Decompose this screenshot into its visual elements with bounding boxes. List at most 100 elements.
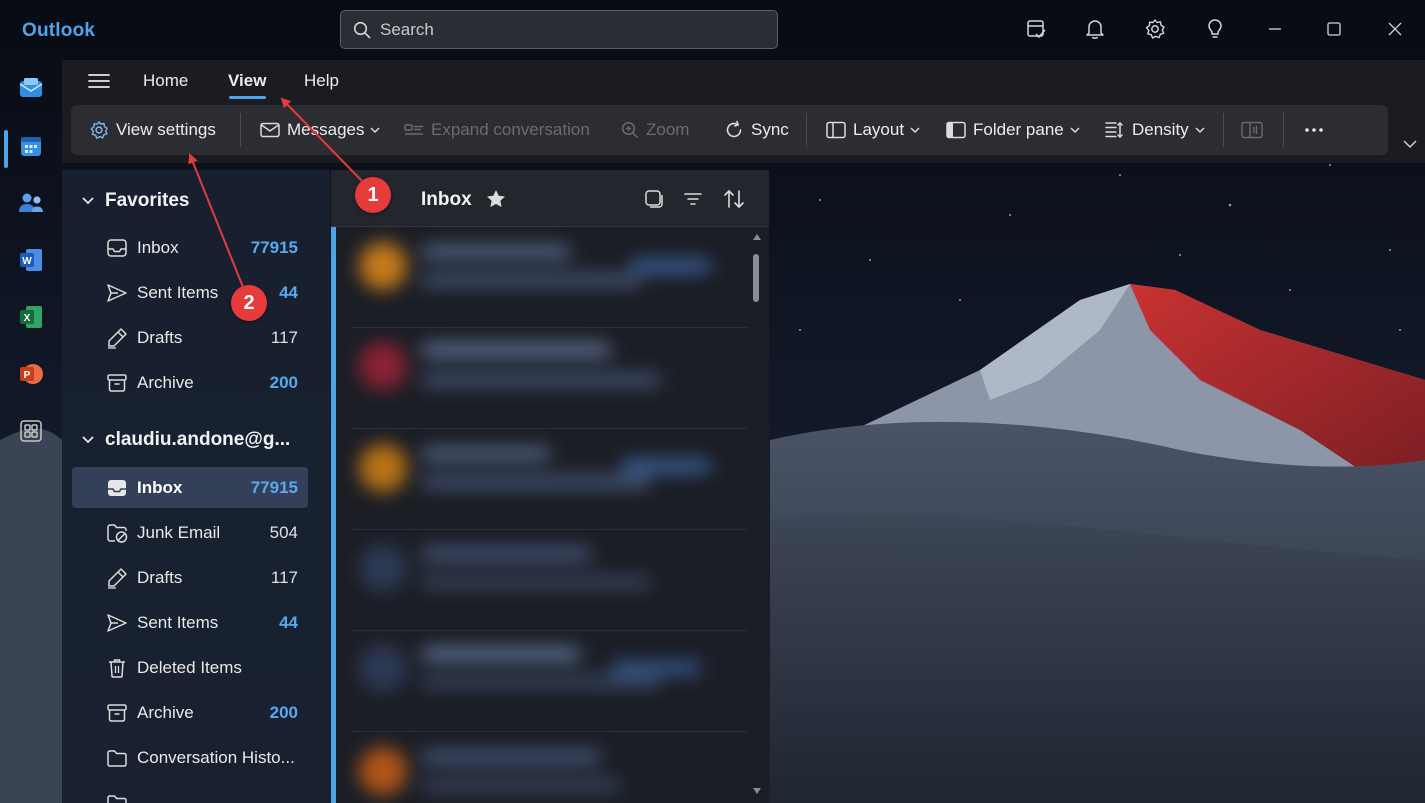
tab-view[interactable]: View bbox=[228, 71, 266, 91]
send-icon bbox=[107, 614, 127, 632]
calendar-icon[interactable] bbox=[15, 130, 47, 162]
message-list: Inbox bbox=[331, 170, 769, 803]
toolbar-separator bbox=[806, 113, 807, 147]
star-icon[interactable] bbox=[485, 188, 507, 210]
favorites-header[interactable]: Favorites bbox=[82, 190, 189, 212]
search-placeholder: Search bbox=[380, 19, 434, 39]
immersive-reader-icon bbox=[1241, 121, 1263, 139]
apps-icon[interactable] bbox=[15, 415, 47, 447]
filter-icon[interactable] bbox=[683, 189, 703, 209]
app-rail: W X P bbox=[0, 60, 62, 803]
list-item[interactable] bbox=[351, 230, 751, 330]
list-item[interactable] bbox=[351, 432, 751, 532]
sync-button[interactable]: Sync bbox=[724, 105, 789, 155]
archive-icon bbox=[107, 704, 127, 722]
folder-inbox[interactable]: Inbox 77915 bbox=[72, 467, 308, 508]
envelope-icon bbox=[260, 122, 280, 138]
folder-label: Sent Items bbox=[137, 613, 219, 632]
row-divider bbox=[351, 428, 747, 429]
zoom-button[interactable]: Zoom bbox=[621, 105, 689, 155]
toolbar-separator bbox=[1283, 113, 1284, 147]
unread-count: 77915 bbox=[250, 478, 298, 497]
account-title: claudiu.andone@g... bbox=[105, 429, 291, 450]
svg-text:X: X bbox=[24, 313, 31, 324]
select-icon[interactable] bbox=[644, 189, 664, 209]
gear-icon[interactable] bbox=[1142, 16, 1168, 42]
expand-conversation-button[interactable]: Expand conversation bbox=[404, 105, 590, 155]
lightbulb-icon[interactable] bbox=[1202, 16, 1228, 42]
scroll-down-icon[interactable] bbox=[753, 788, 761, 794]
folder-drafts[interactable]: Drafts 117 bbox=[72, 557, 308, 598]
bell-icon[interactable] bbox=[1082, 16, 1108, 42]
maximize-icon[interactable] bbox=[1321, 16, 1347, 42]
item-count: 117 bbox=[270, 568, 298, 587]
favorites-title: Favorites bbox=[105, 190, 190, 211]
folder-label: Conversation Histo... bbox=[137, 748, 295, 767]
word-icon[interactable]: W bbox=[15, 244, 47, 276]
messages-button[interactable]: Messages bbox=[260, 105, 381, 155]
close-icon[interactable] bbox=[1382, 16, 1408, 42]
my-day-icon[interactable] bbox=[1023, 16, 1049, 42]
item-count: 504 bbox=[269, 523, 298, 542]
search-input[interactable]: Search bbox=[340, 10, 778, 49]
favorite-sent-items[interactable]: Sent Items 44 bbox=[72, 272, 308, 313]
folder-sent-items[interactable]: Sent Items 44 bbox=[72, 602, 308, 643]
favorite-drafts[interactable]: Drafts 117 bbox=[72, 317, 308, 358]
people-icon[interactable] bbox=[15, 187, 47, 219]
more-options-button[interactable] bbox=[1304, 105, 1324, 155]
row-divider bbox=[351, 731, 747, 732]
title-bar: Outlook Search bbox=[0, 0, 1425, 60]
hamburger-menu-icon[interactable] bbox=[88, 72, 110, 90]
folder-label: Inbox bbox=[137, 238, 179, 257]
list-item[interactable] bbox=[351, 735, 751, 803]
tab-selected-indicator bbox=[229, 96, 266, 99]
collapse-ribbon-chevron-icon[interactable] bbox=[1403, 136, 1417, 154]
row-divider bbox=[351, 630, 747, 631]
inbox-icon bbox=[108, 480, 126, 496]
immersive-reader-button[interactable] bbox=[1241, 105, 1263, 155]
gear-icon bbox=[90, 121, 108, 139]
folder-label: Deleted Items bbox=[137, 658, 242, 677]
account-header[interactable]: claudiu.andone@g... bbox=[82, 429, 290, 451]
list-item[interactable] bbox=[351, 532, 751, 632]
excel-icon[interactable]: X bbox=[15, 301, 47, 333]
folder-pane-button[interactable]: Folder pane bbox=[946, 105, 1080, 155]
folder-conversation-history[interactable]: Conversation Histo... bbox=[72, 737, 308, 778]
tab-home[interactable]: Home bbox=[143, 71, 188, 91]
folder-more[interactable] bbox=[72, 782, 308, 803]
chevron-down-icon bbox=[1070, 126, 1080, 133]
unread-count: 77915 bbox=[250, 238, 298, 257]
folder-deleted-items[interactable]: Deleted Items bbox=[72, 647, 308, 688]
ribbon-toolbar: View settings Messages Expand conversati… bbox=[71, 105, 1388, 155]
sort-icon[interactable] bbox=[722, 188, 746, 210]
sync-icon bbox=[726, 120, 742, 138]
inbox-icon bbox=[107, 239, 127, 257]
powerpoint-icon[interactable]: P bbox=[15, 358, 47, 390]
minimize-icon[interactable] bbox=[1262, 16, 1288, 42]
search-icon bbox=[353, 21, 371, 38]
scroll-up-icon[interactable] bbox=[753, 234, 761, 240]
unread-count: 44 bbox=[279, 283, 298, 302]
favorite-archive[interactable]: Archive 200 bbox=[72, 362, 308, 403]
message-list-header: Inbox bbox=[331, 170, 769, 227]
tab-help[interactable]: Help bbox=[304, 71, 339, 91]
view-settings-label: View settings bbox=[116, 120, 216, 139]
folder-pane-label: Folder pane bbox=[973, 120, 1064, 139]
layout-button[interactable]: Layout bbox=[826, 105, 920, 155]
view-settings-button[interactable]: View settings bbox=[89, 105, 216, 155]
folder-junk-email[interactable]: Junk Email 504 bbox=[72, 512, 308, 553]
list-item[interactable] bbox=[351, 330, 751, 430]
pencil-icon bbox=[108, 328, 127, 349]
toolbar-separator bbox=[1223, 113, 1224, 147]
density-button[interactable]: Density bbox=[1105, 105, 1205, 155]
list-item[interactable] bbox=[351, 632, 751, 732]
mail-icon[interactable] bbox=[15, 72, 47, 104]
folder-pane-icon bbox=[946, 121, 966, 139]
ribbon: Home View Help View settings Messages Ex… bbox=[62, 60, 1425, 163]
favorite-inbox[interactable]: Inbox 77915 bbox=[72, 227, 308, 268]
app-title: Outlook bbox=[22, 20, 96, 41]
scrollbar-thumb[interactable] bbox=[753, 254, 759, 302]
row-divider bbox=[351, 327, 747, 328]
folder-icon bbox=[107, 795, 127, 803]
folder-archive[interactable]: Archive 200 bbox=[72, 692, 308, 733]
